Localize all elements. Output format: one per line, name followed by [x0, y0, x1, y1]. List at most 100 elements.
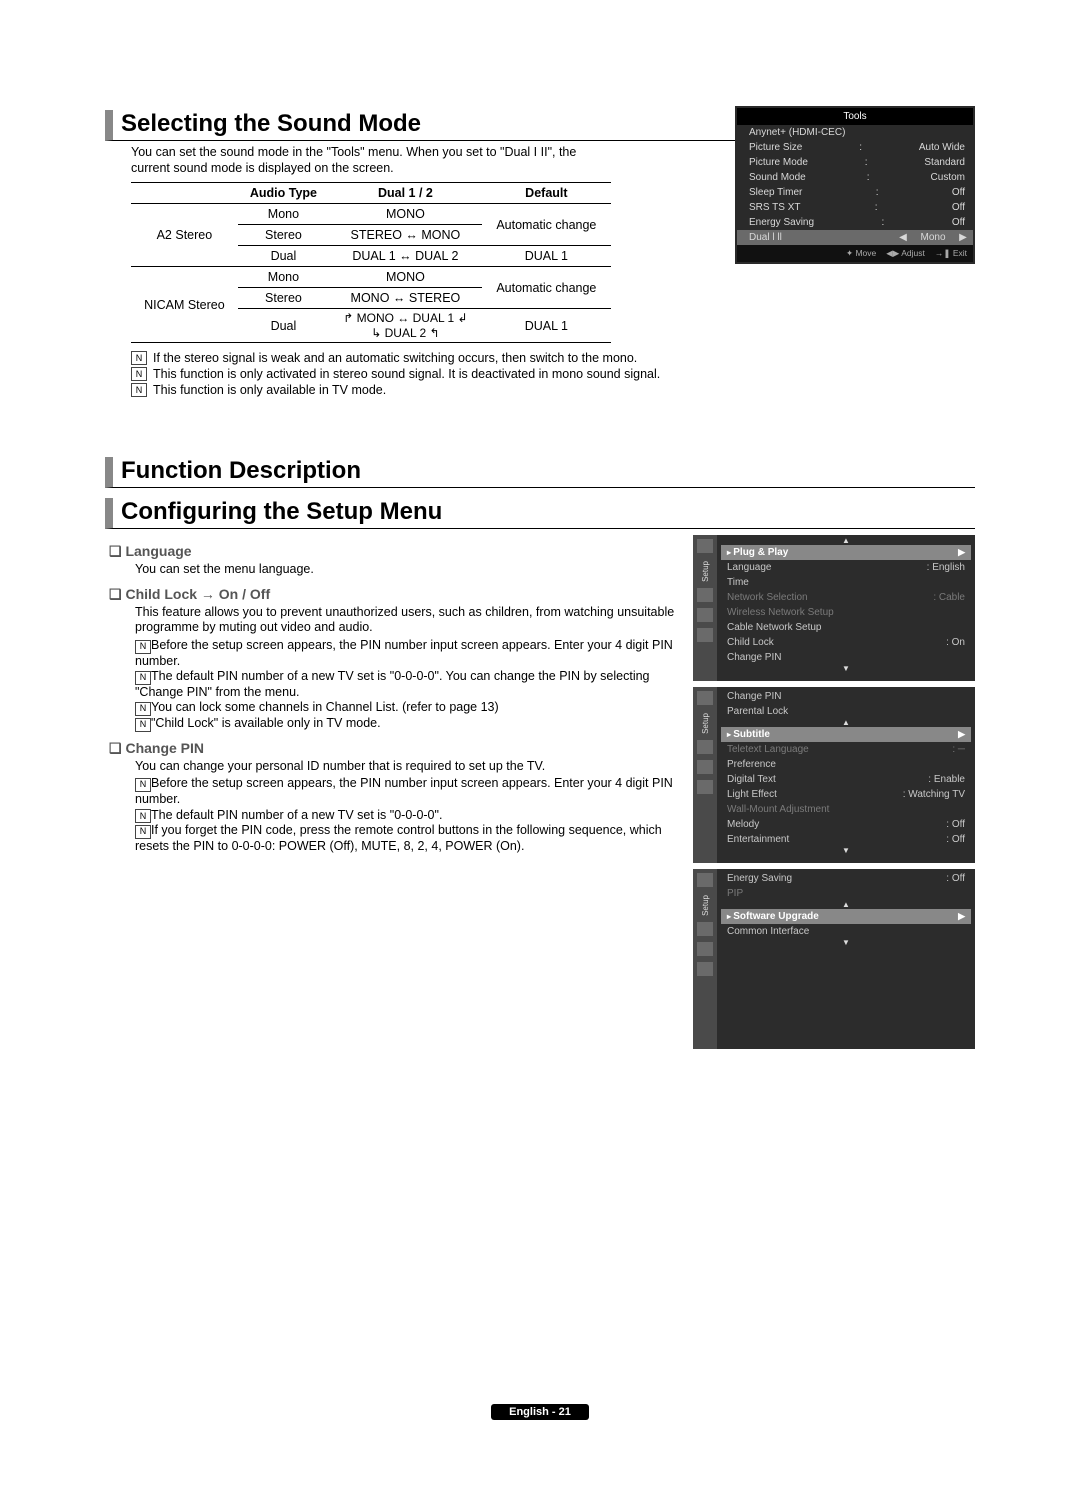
note-icon: N: [135, 778, 151, 792]
diagram-line2: DUAL 2: [371, 326, 439, 340]
tools-anynet: Anynet+ (HDMI-CEC): [749, 127, 845, 138]
gear-icon[interactable]: [697, 588, 713, 602]
note-text: The default PIN number of a new TV set i…: [151, 808, 442, 822]
page-number: English - 21: [491, 1404, 589, 1420]
tools-osd: Tools Anynet+ (HDMI-CEC) Picture Size:Au…: [735, 106, 975, 264]
note-icon: N: [131, 383, 147, 397]
osd-line[interactable]: Digital Text: Enable: [721, 772, 971, 787]
note-icon: N: [131, 351, 147, 365]
tools-row[interactable]: Sleep Timer:Off: [737, 185, 973, 200]
osd-line[interactable]: Energy Saving: Off: [721, 871, 971, 886]
v: : English: [927, 562, 965, 573]
k: Wireless Network Setup: [727, 607, 834, 618]
v: Off: [952, 187, 965, 198]
cell: MONO: [329, 204, 482, 225]
scroll-down-icon[interactable]: ▼: [721, 847, 971, 855]
k: Language: [727, 562, 772, 573]
tools-row[interactable]: SRS TS XT:Off: [737, 200, 973, 215]
scroll-up-icon[interactable]: ▲: [721, 537, 971, 545]
section2-title1: Function Description: [121, 457, 975, 487]
cell: Automatic change: [482, 267, 611, 309]
tools-row[interactable]: Sound Mode:Custom: [737, 170, 973, 185]
cell: DUAL 1 ↔ DUAL 2: [329, 246, 482, 267]
osd-rail: Setup: [693, 869, 717, 1049]
osd-line[interactable]: Entertainment: Off: [721, 832, 971, 847]
cell: DUAL 1: [482, 246, 611, 267]
note-icon: N: [135, 809, 151, 823]
k: Sound Mode: [749, 172, 806, 183]
osd-line[interactable]: Common Interface: [721, 924, 971, 939]
note-icon: N: [131, 367, 147, 381]
cell: MONO: [329, 267, 482, 288]
scroll-up-icon[interactable]: ▲: [721, 719, 971, 727]
chevron-right-icon: ▶: [958, 547, 965, 558]
osd-line[interactable]: Cable Network Setup: [721, 620, 971, 635]
cell: Stereo: [238, 288, 329, 309]
osd-line[interactable]: Language : English: [721, 560, 971, 575]
k: Change PIN: [727, 691, 781, 702]
rail-icon[interactable]: [697, 628, 713, 642]
osd-highlight[interactable]: Software Upgrade▶: [721, 909, 971, 924]
osd-line[interactable]: Time: [721, 575, 971, 590]
setup-osd-2: Setup Change PIN Parental Lock ▲ Subtitl…: [693, 687, 975, 863]
cell: MONO ↔ DUAL 1 DUAL 2: [329, 309, 482, 343]
rail-icon[interactable]: [697, 539, 713, 553]
tools-row-highlighted[interactable]: Dual l ll ◀ Mono ▶: [737, 230, 973, 245]
tools-row[interactable]: Picture Mode:Standard: [737, 155, 973, 170]
k: Energy Saving: [727, 873, 792, 884]
osd-line[interactable]: Melody: Off: [721, 817, 971, 832]
osd-line[interactable]: Preference: [721, 757, 971, 772]
th-audio-type: Audio Type: [238, 183, 329, 204]
tools-row[interactable]: Energy Saving:Off: [737, 215, 973, 230]
k: Sleep Timer: [749, 187, 802, 198]
note-text: The default PIN number of a new TV set i…: [135, 669, 650, 699]
rail-icon[interactable]: [697, 942, 713, 956]
note-text: If the stereo signal is weak and an auto…: [153, 351, 637, 365]
gear-icon[interactable]: [697, 740, 713, 754]
osd-line[interactable]: Change PIN: [721, 689, 971, 704]
note-text: If you forget the PIN code, press the re…: [135, 823, 662, 853]
osd-rail: Setup: [693, 535, 717, 681]
cell: Mono: [238, 267, 329, 288]
osd-highlight[interactable]: Subtitle▶: [721, 727, 971, 742]
cell: MONO ↔ STEREO: [329, 288, 482, 309]
scroll-up-icon[interactable]: ▲: [721, 901, 971, 909]
rail-icon[interactable]: [697, 691, 713, 705]
item-child-lock: Child Lock → On / Off This feature allow…: [109, 586, 675, 732]
note-text: This function is only available in TV mo…: [153, 383, 386, 397]
scroll-down-icon[interactable]: ▼: [721, 939, 971, 947]
tools-row[interactable]: Anynet+ (HDMI-CEC): [737, 125, 973, 140]
note-icon: N: [135, 702, 151, 716]
section1-notes: N If the stereo signal is weak and an aut…: [131, 351, 975, 397]
rail-icon[interactable]: [697, 962, 713, 976]
gear-icon[interactable]: [697, 922, 713, 936]
rail-icon[interactable]: [697, 873, 713, 887]
left-arrow-icon[interactable]: ◀: [897, 232, 909, 243]
chevron-right-icon: ▶: [958, 911, 965, 922]
v: Off: [952, 202, 965, 213]
osd-line[interactable]: Light Effect: Watching TV: [721, 787, 971, 802]
rail-icon[interactable]: [697, 760, 713, 774]
right-arrow-icon[interactable]: ▶: [957, 232, 969, 243]
scroll-down-icon[interactable]: ▼: [721, 665, 971, 673]
k: Common Interface: [727, 926, 809, 937]
th-default: Default: [482, 183, 611, 204]
v: : Off: [946, 819, 965, 830]
cell: Mono: [238, 204, 329, 225]
k: Picture Mode: [749, 157, 808, 168]
subheading: Change PIN: [109, 740, 675, 757]
osd-highlight[interactable]: Plug & Play▶: [721, 545, 971, 560]
k: Teletext Language: [727, 744, 809, 755]
k: PIP: [727, 888, 743, 899]
rail-label: Setup: [701, 561, 710, 582]
osd-line[interactable]: Parental Lock: [721, 704, 971, 719]
osd-line: PIP: [721, 886, 971, 901]
rail-icon[interactable]: [697, 780, 713, 794]
osd-line[interactable]: Child Lock: On: [721, 635, 971, 650]
v: Mono: [909, 232, 957, 243]
osd-line: Teletext Language: ─: [721, 742, 971, 757]
rail-icon[interactable]: [697, 608, 713, 622]
osd-line[interactable]: Change PIN: [721, 650, 971, 665]
tools-row[interactable]: Picture Size:Auto Wide: [737, 140, 973, 155]
k: Cable Network Setup: [727, 622, 822, 633]
